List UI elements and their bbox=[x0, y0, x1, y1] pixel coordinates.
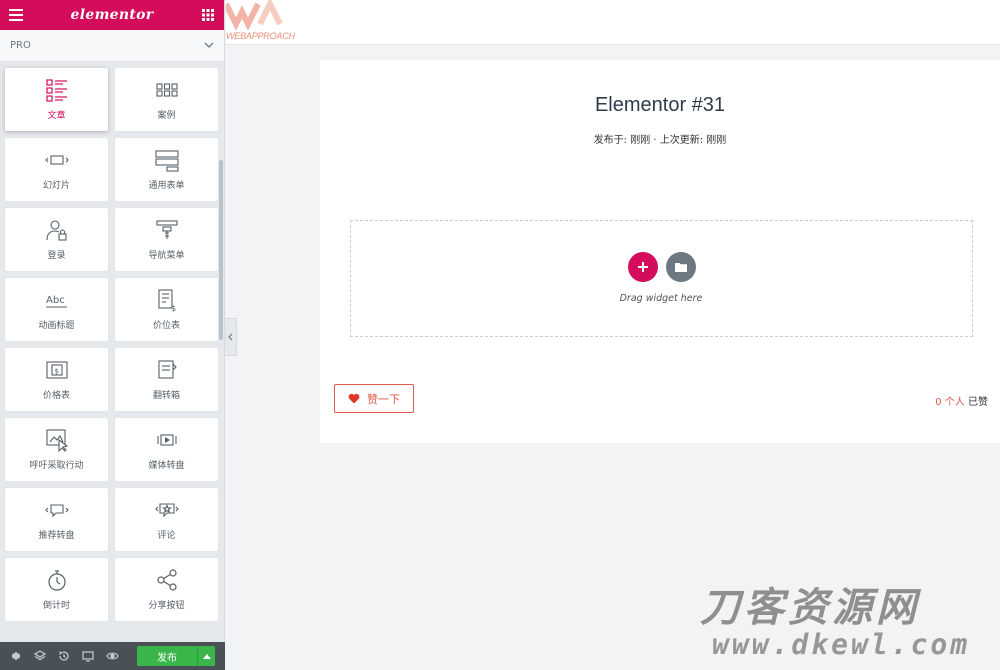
widget-label: 登录 bbox=[47, 251, 66, 261]
page-title: Elementor #31 bbox=[594, 94, 726, 116]
dropzone-hint: Drag widget here bbox=[619, 293, 703, 304]
site-logo-mark-icon bbox=[223, 0, 283, 31]
editor-panel: elementor PRO 文章 案例 幻灯片 通用表单 登录 导航菜单 Abc… bbox=[0, 0, 225, 670]
panel-header: elementor bbox=[0, 0, 224, 30]
posts-icon bbox=[45, 79, 67, 102]
svg-text:$: $ bbox=[171, 304, 176, 312]
add-template-button[interactable] bbox=[666, 252, 696, 282]
animated-headline-icon: Abc bbox=[45, 295, 67, 308]
plus-icon bbox=[638, 262, 648, 272]
like-count-number: 0 个人 bbox=[935, 397, 965, 408]
call-to-action-icon bbox=[45, 429, 68, 452]
testimonial-carousel-icon bbox=[44, 504, 69, 518]
price-table-icon: $ bbox=[45, 361, 68, 379]
widget-label: 动画标题 bbox=[38, 321, 75, 331]
widget-grid: 文章 案例 幻灯片 通用表单 登录 导航菜单 Abc 动画标题 $ 价位表 $ … bbox=[5, 68, 218, 621]
widget-label: 文章 bbox=[47, 111, 66, 121]
widget-price-table[interactable]: $ 价格表 bbox=[5, 348, 108, 411]
article-container: Elementor #31 发布于: 刚刚 · 上次更新: 刚刚 Drag wi… bbox=[320, 60, 1000, 443]
share-buttons-icon bbox=[156, 569, 177, 591]
widget-slides[interactable]: 幻灯片 bbox=[5, 138, 108, 201]
publish-options-button[interactable] bbox=[197, 646, 215, 666]
widget-label: 倒计时 bbox=[42, 601, 70, 611]
widget-countdown[interactable]: 倒计时 bbox=[5, 558, 108, 621]
section-label: PRO bbox=[10, 40, 31, 51]
menu-icon[interactable] bbox=[8, 7, 24, 23]
widget-label: 导航菜单 bbox=[148, 251, 185, 261]
like-button[interactable]: 赞一下 bbox=[334, 384, 414, 413]
empty-section-dropzone[interactable]: Drag widget here bbox=[350, 220, 973, 337]
publish-button[interactable]: 发布 bbox=[137, 646, 197, 666]
like-count-suffix: 已赞 bbox=[964, 397, 988, 408]
widget-portfolio[interactable]: 案例 bbox=[115, 68, 218, 131]
widget-label: 幻灯片 bbox=[42, 181, 70, 191]
svg-text:$: $ bbox=[54, 368, 58, 376]
panel-scrollbar[interactable] bbox=[219, 160, 223, 340]
widget-label: 价格表 bbox=[42, 391, 70, 401]
widget-label: 通用表单 bbox=[148, 181, 185, 191]
post-meta: 发布于: 刚刚 · 上次更新: 刚刚 bbox=[593, 135, 727, 146]
login-icon bbox=[45, 220, 67, 241]
panel-collapse-toggle[interactable] bbox=[225, 318, 237, 356]
site-logo-text: WEBAPPROACH bbox=[226, 31, 295, 41]
widget-label: 分享按钮 bbox=[148, 601, 185, 611]
widget-login[interactable]: 登录 bbox=[5, 208, 108, 271]
widget-testimonial-carousel[interactable]: 推荐转盘 bbox=[5, 488, 108, 551]
widget-reviews[interactable]: 评论 bbox=[115, 488, 218, 551]
chevron-down-icon bbox=[204, 40, 214, 51]
widget-form[interactable]: 通用表单 bbox=[115, 138, 218, 201]
watermark-title: 刀客资源网 bbox=[700, 585, 920, 631]
widget-label: 推荐转盘 bbox=[38, 531, 75, 541]
responsive-desktop-icon[interactable] bbox=[76, 642, 100, 670]
settings-gear-icon[interactable] bbox=[4, 642, 28, 670]
widget-label: 翻转箱 bbox=[152, 391, 180, 401]
heart-icon bbox=[348, 393, 360, 404]
widget-animated-headline[interactable]: Abc 动画标题 bbox=[5, 278, 108, 341]
price-list-icon: $ bbox=[157, 289, 176, 312]
like-label: 赞一下 bbox=[367, 392, 400, 406]
slides-icon bbox=[44, 155, 69, 165]
nav-menu-icon bbox=[155, 220, 178, 239]
widget-label: 评论 bbox=[157, 531, 176, 541]
widget-media-carousel[interactable]: 媒体转盘 bbox=[115, 418, 218, 481]
add-section-button[interactable] bbox=[628, 252, 658, 282]
widget-nav-menu[interactable]: 导航菜单 bbox=[115, 208, 218, 271]
flip-box-icon bbox=[157, 360, 177, 379]
preview-eye-icon[interactable] bbox=[100, 642, 124, 670]
countdown-icon bbox=[47, 570, 66, 591]
portfolio-icon bbox=[155, 83, 178, 97]
widget-flip-box[interactable]: 翻转箱 bbox=[115, 348, 218, 411]
svg-text:Abc: Abc bbox=[46, 295, 65, 306]
widget-label: 呼吁采取行动 bbox=[29, 461, 84, 471]
history-icon[interactable] bbox=[52, 642, 76, 670]
widget-posts[interactable]: 文章 bbox=[5, 68, 108, 131]
site-logo[interactable]: WEBAPPROACH bbox=[223, 0, 295, 45]
watermark-url: www.dkewl.com bbox=[712, 628, 971, 661]
widget-share-buttons[interactable]: 分享按钮 bbox=[115, 558, 218, 621]
widgets-grid-icon[interactable] bbox=[200, 7, 216, 23]
pro-section-header[interactable]: PRO bbox=[0, 30, 224, 62]
widget-price-list[interactable]: $ 价位表 bbox=[115, 278, 218, 341]
folder-icon bbox=[675, 263, 687, 272]
widget-label: 媒体转盘 bbox=[148, 461, 185, 471]
widget-call-to-action[interactable]: 呼吁采取行动 bbox=[5, 418, 108, 481]
widget-label: 案例 bbox=[157, 111, 176, 121]
elementor-logo: elementor bbox=[70, 7, 154, 23]
like-count: 0 个人 已赞 bbox=[935, 393, 988, 408]
chevron-left-icon bbox=[228, 333, 233, 341]
dropzone-buttons bbox=[628, 252, 696, 282]
reviews-icon bbox=[154, 503, 179, 518]
panel-footer: 发布 bbox=[0, 642, 225, 670]
widget-label: 价位表 bbox=[152, 321, 180, 331]
site-header: WEBAPPROACH bbox=[223, 0, 1000, 45]
caret-up-icon bbox=[202, 653, 211, 659]
layers-icon[interactable] bbox=[28, 642, 52, 670]
media-carousel-icon bbox=[156, 434, 177, 446]
form-icon bbox=[154, 150, 179, 172]
